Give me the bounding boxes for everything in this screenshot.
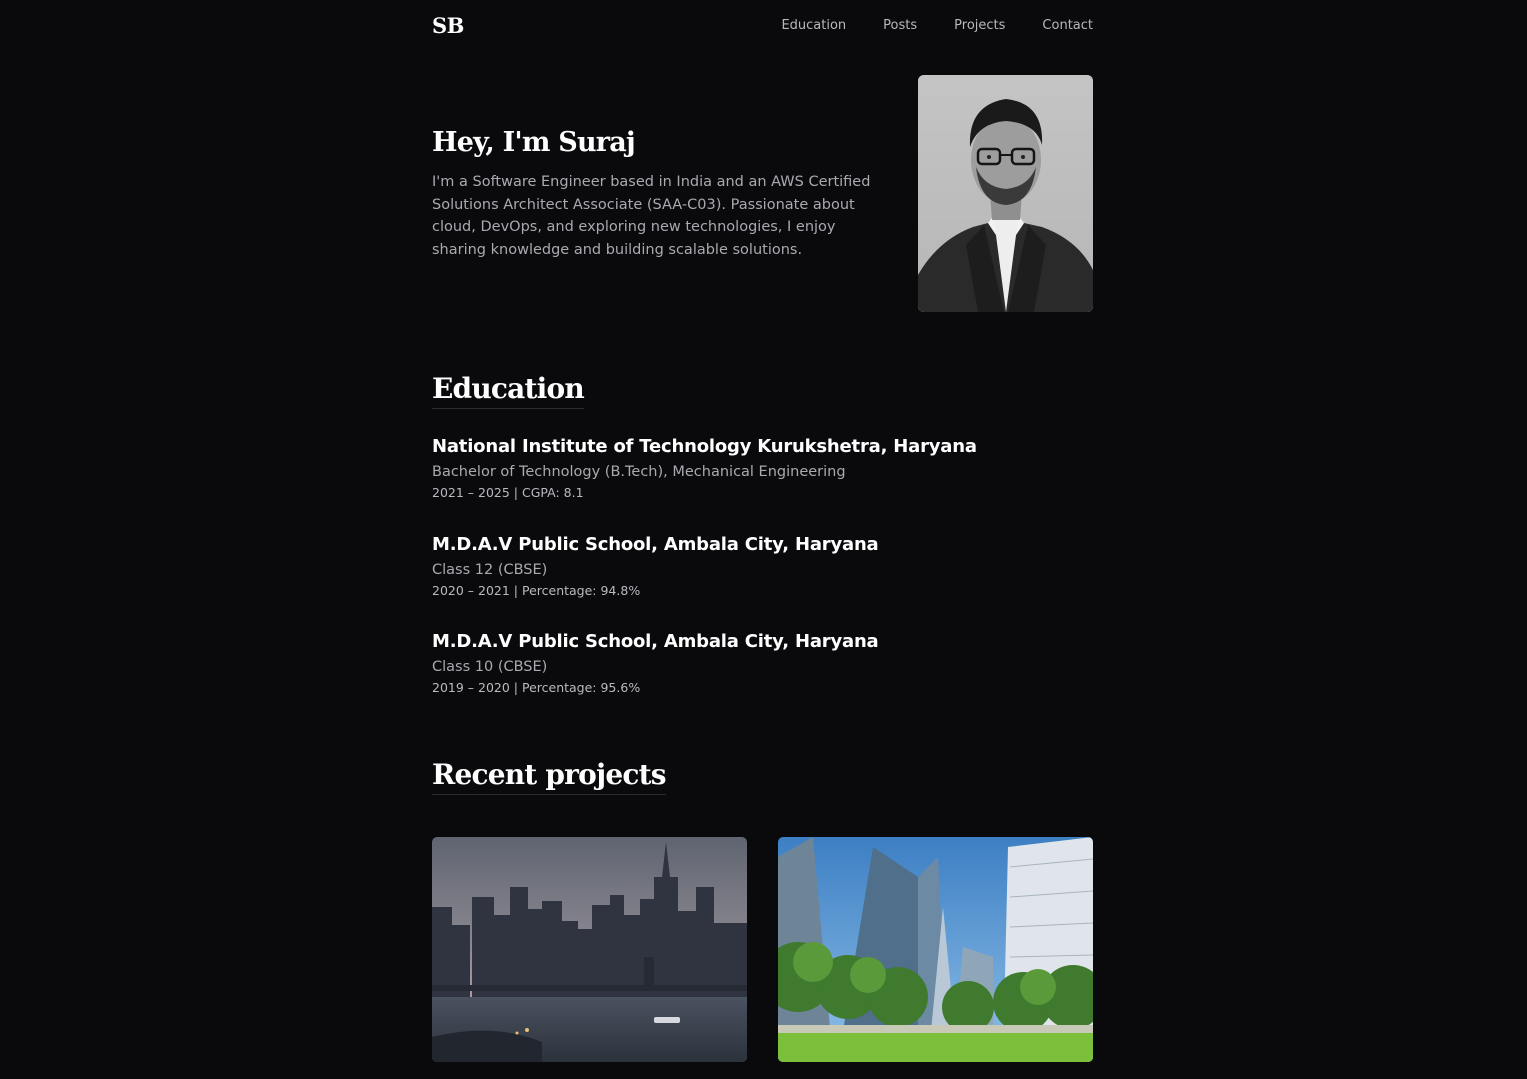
projects-heading: Recent projects	[432, 758, 666, 795]
education-item: M.D.A.V Public School, Ambala City, Hary…	[432, 534, 1093, 600]
main-nav: Education Posts Projects Contact	[744, 18, 1093, 33]
hero-title: Hey, I'm Suraj	[432, 127, 636, 158]
nav-link-contact[interactable]: Contact	[1042, 18, 1093, 33]
education-meta: 2020 – 2021 | Percentage: 94.8%	[432, 583, 641, 598]
nav-link-education[interactable]: Education	[781, 18, 846, 33]
education-item: M.D.A.V Public School, Ambala City, Hary…	[432, 631, 1093, 697]
education-meta: 2019 – 2020 | Percentage: 95.6%	[432, 680, 641, 695]
project-card-city-skyline[interactable]	[432, 837, 747, 1062]
education-item: National Institute of Technology Kuruksh…	[432, 436, 1093, 502]
education-degree: Class 10 (CBSE)	[432, 659, 548, 675]
profile-photo	[918, 75, 1093, 312]
project-image-city-skyline	[432, 837, 747, 1062]
site-header: SB Education Posts Projects Contact	[432, 0, 1093, 54]
main-container: SB Education Posts Projects Contact Hey,…	[432, 0, 1093, 1062]
education-heading: Education	[432, 372, 585, 409]
project-card-park-towers[interactable]	[778, 837, 1093, 1062]
education-degree: Class 12 (CBSE)	[432, 562, 548, 578]
education-school: M.D.A.V Public School, Ambala City, Hary…	[432, 534, 879, 555]
education-meta: 2021 – 2025 | CGPA: 8.1	[432, 485, 584, 500]
hero-section: Hey, I'm Suraj I'm a Software Engineer b…	[432, 75, 1093, 312]
projects-grid	[432, 837, 1093, 1062]
site-logo[interactable]: SB	[432, 13, 464, 38]
nav-link-posts[interactable]: Posts	[883, 18, 917, 33]
profile-photo-illustration	[918, 75, 1093, 312]
education-school: National Institute of Technology Kuruksh…	[432, 436, 977, 457]
education-degree: Bachelor of Technology (B.Tech), Mechani…	[432, 464, 846, 480]
education-school: M.D.A.V Public School, Ambala City, Hary…	[432, 631, 879, 652]
nav-link-projects[interactable]: Projects	[954, 18, 1005, 33]
page: SB Education Posts Projects Contact Hey,…	[0, 0, 1527, 1079]
hero-bio: I'm a Software Engineer based in India a…	[432, 174, 871, 258]
project-image-park-towers	[778, 837, 1093, 1062]
